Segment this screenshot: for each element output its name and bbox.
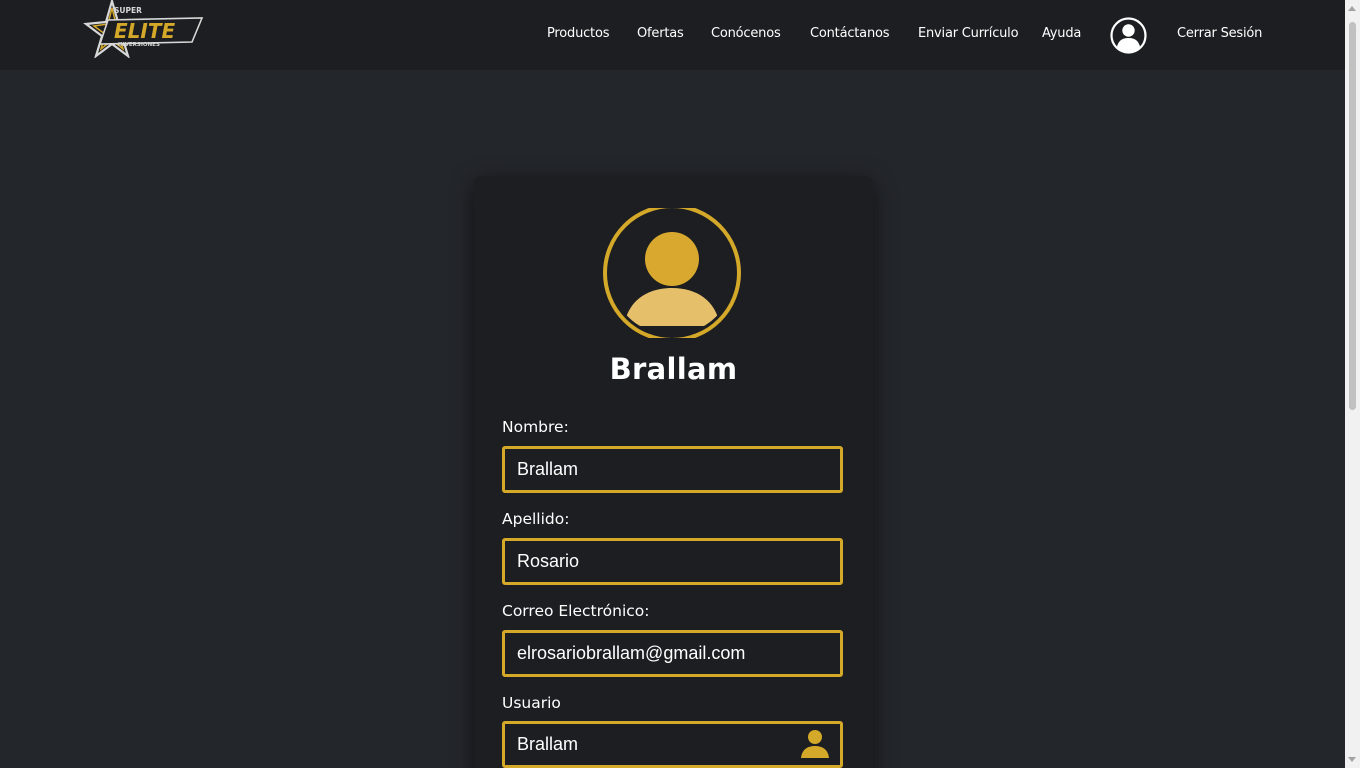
- page-scrollbar[interactable]: [1345, 0, 1360, 768]
- nav-enviar-curriculo[interactable]: Enviar Currículo: [918, 26, 1019, 41]
- nombre-label: Nombre:: [502, 418, 569, 436]
- profile-name: Brallam: [609, 352, 738, 386]
- nav-productos[interactable]: Productos: [547, 26, 609, 41]
- usuario-field[interactable]: [502, 721, 843, 768]
- account-circle-icon[interactable]: [1110, 17, 1147, 54]
- nav-conocenos[interactable]: Conócenos: [711, 26, 781, 41]
- usuario-label: Usuario: [502, 694, 561, 712]
- top-navigation-bar: SUPER ELITE INVERSIONES Productos Oferta…: [0, 0, 1345, 70]
- nav-ofertas[interactable]: Ofertas: [637, 26, 684, 41]
- nombre-field[interactable]: [502, 446, 843, 493]
- logout-link[interactable]: Cerrar Sesión: [1177, 26, 1262, 41]
- profile-card: Brallam Nombre: Apellido: Correo Electró…: [474, 176, 873, 768]
- apellido-label: Apellido:: [502, 510, 570, 528]
- user-avatar-icon: [603, 208, 741, 338]
- nav-contactanos[interactable]: Contáctanos: [810, 26, 890, 41]
- scroll-thumb[interactable]: [1349, 22, 1356, 410]
- user-icon: [801, 730, 829, 758]
- scroll-up-arrow-icon[interactable]: [1348, 6, 1356, 11]
- email-label: Correo Electrónico:: [502, 602, 650, 620]
- apellido-field[interactable]: [502, 538, 843, 585]
- nav-ayuda[interactable]: Ayuda: [1042, 26, 1081, 41]
- scroll-down-arrow-icon[interactable]: [1348, 757, 1356, 762]
- email-field[interactable]: [502, 630, 843, 677]
- main-nav: Productos Ofertas Conócenos Contáctanos …: [0, 0, 1345, 70]
